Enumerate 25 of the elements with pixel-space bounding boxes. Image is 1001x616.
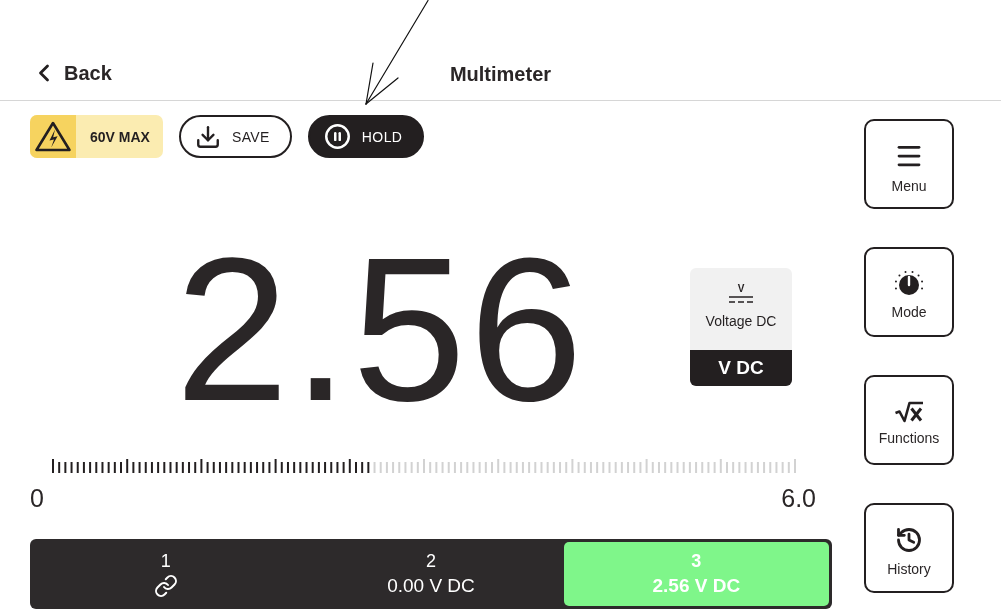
knob-icon	[894, 270, 924, 297]
dc-lines-icon	[729, 296, 753, 303]
channel-tab[interactable]: 2 0.00 V DC	[298, 542, 564, 606]
download-icon	[194, 123, 221, 150]
square-root-icon	[894, 400, 924, 423]
channel-tab[interactable]: 1	[33, 542, 299, 606]
link-icon	[153, 573, 178, 598]
scale-max-label: 6.0	[781, 484, 816, 512]
unit-label: V DC	[690, 350, 792, 386]
history-icon	[895, 525, 923, 554]
menu-button[interactable]: Menu	[864, 119, 954, 209]
measurement-value: 2.56	[175, 226, 586, 431]
mode-button[interactable]: Mode	[864, 247, 954, 337]
save-button[interactable]: SAVE	[178, 115, 292, 158]
page-title: Multimeter	[449, 62, 552, 87]
scale-min-label: 0	[30, 484, 44, 512]
voltage-limit-label: 60V MAX	[89, 128, 151, 145]
back-button[interactable]: Back	[30, 59, 112, 87]
high-voltage-icon	[30, 115, 76, 158]
pause-circle-icon	[323, 123, 351, 150]
functions-button[interactable]: Functions	[864, 375, 954, 465]
mode-label: Voltage DC	[705, 313, 777, 329]
unit-symbol: V	[737, 284, 745, 294]
hold-button[interactable]: HOLD	[307, 115, 425, 158]
history-button[interactable]: History	[864, 503, 954, 593]
